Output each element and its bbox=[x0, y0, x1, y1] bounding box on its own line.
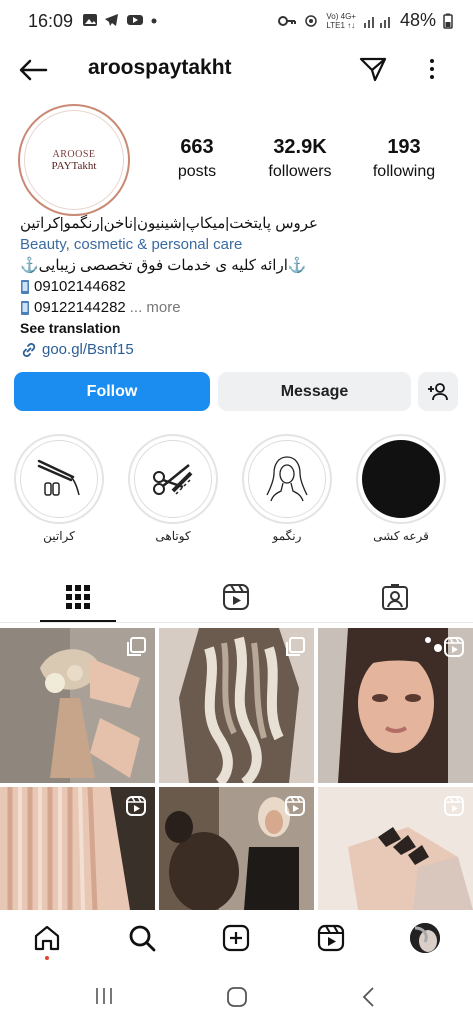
highlight-label-keratin: کراتین bbox=[43, 529, 75, 543]
bio-line-3: ⚓ارائه کلیه ی خدمات فوق تخصصی زیبایی⚓ bbox=[20, 257, 307, 274]
see-translation-link[interactable]: See translation bbox=[20, 318, 460, 339]
battery-icon bbox=[443, 13, 453, 29]
recent-apps-icon[interactable] bbox=[94, 986, 114, 1006]
highlight-keratin[interactable] bbox=[14, 434, 104, 524]
reels-icon bbox=[126, 796, 146, 816]
youtube-icon bbox=[127, 15, 143, 25]
avatar[interactable]: AROOSE PAYTakht bbox=[24, 110, 124, 210]
hotspot-icon bbox=[305, 14, 318, 27]
hair-straightener-icon bbox=[37, 459, 80, 496]
woman-sketch-icon bbox=[266, 456, 308, 502]
multiple-images-icon bbox=[127, 637, 146, 656]
profile-username: aroospaytakht bbox=[88, 56, 232, 79]
status-time: 16:09 bbox=[28, 11, 74, 31]
tagged-tab-icon[interactable] bbox=[380, 582, 410, 612]
following-label: following bbox=[372, 163, 436, 180]
active-tab-indicator bbox=[40, 620, 116, 622]
gallery-icon bbox=[83, 14, 97, 26]
suggested-users-button[interactable] bbox=[418, 372, 458, 411]
dot-icon bbox=[151, 18, 157, 24]
highlight-label-haircut: کوتاهی bbox=[155, 529, 191, 543]
avatar-logo-line2: PAYTakht bbox=[51, 159, 97, 172]
bio-more-link[interactable]: ... more bbox=[130, 297, 181, 318]
home-notification-dot bbox=[45, 956, 49, 960]
network-label: Vo) 4G+ LTE1 ↑↓ bbox=[326, 11, 356, 30]
avatar-thumbnail bbox=[410, 923, 440, 953]
grid-tab-icon[interactable] bbox=[63, 582, 93, 612]
following-count: 193 bbox=[387, 136, 421, 158]
followers-count: 32.9K bbox=[273, 136, 327, 158]
followers-label: followers bbox=[268, 163, 332, 180]
more-options-icon[interactable] bbox=[424, 56, 440, 82]
highlight-label-hair-color: رنگمو bbox=[272, 529, 302, 543]
post-thumbnail[interactable] bbox=[159, 628, 314, 783]
status-bar: 16:09 Vo) 4G+ LTE1 ↑↓ 48% bbox=[0, 0, 473, 44]
bio-phone-2-row: 09122144282... more bbox=[20, 297, 460, 318]
bottom-navigation bbox=[0, 910, 473, 968]
post-thumbnail[interactable] bbox=[318, 787, 473, 910]
phone-icon bbox=[21, 279, 29, 294]
system-back-icon[interactable] bbox=[361, 986, 377, 1008]
follow-button[interactable]: Follow bbox=[14, 372, 210, 411]
highlight-haircut[interactable] bbox=[128, 434, 218, 524]
scissors-comb-icon bbox=[153, 464, 193, 495]
phone-icon bbox=[21, 300, 29, 315]
send-message-icon[interactable] bbox=[358, 54, 388, 84]
search-icon[interactable] bbox=[127, 923, 157, 953]
profile-tabs bbox=[0, 572, 473, 623]
bio-phone-1: 09102144682 bbox=[34, 278, 126, 295]
bio-phone-2: 09122144282 bbox=[34, 299, 126, 316]
link-icon bbox=[22, 342, 36, 357]
create-post-icon[interactable] bbox=[221, 923, 251, 953]
post-thumbnail[interactable] bbox=[318, 628, 473, 783]
signal-icon bbox=[363, 16, 390, 28]
stat-following[interactable]: 193 following bbox=[364, 136, 444, 181]
profile-header: aroospaytakht bbox=[0, 48, 473, 92]
system-navigation bbox=[0, 968, 473, 1024]
back-arrow-icon[interactable] bbox=[18, 58, 48, 82]
home-icon[interactable] bbox=[32, 923, 62, 953]
home-button-icon[interactable] bbox=[226, 986, 248, 1008]
posts-label: posts bbox=[177, 163, 217, 180]
reels-icon bbox=[444, 796, 464, 816]
stat-followers[interactable]: 32.9K followers bbox=[255, 136, 345, 181]
stat-posts[interactable]: 663 posts bbox=[157, 136, 237, 181]
multiple-images-icon bbox=[286, 637, 305, 656]
notification-icons bbox=[82, 12, 158, 28]
reels-icon bbox=[444, 637, 464, 657]
reels-tab-icon[interactable] bbox=[221, 582, 251, 612]
reels-nav-icon[interactable] bbox=[316, 923, 346, 953]
highlight-raffle[interactable] bbox=[356, 434, 446, 524]
telegram-icon bbox=[105, 14, 118, 26]
highlight-hair-color[interactable] bbox=[242, 434, 332, 524]
key-icon bbox=[278, 15, 297, 26]
black-circle-icon bbox=[362, 440, 440, 518]
message-button[interactable]: Message bbox=[218, 372, 411, 411]
posts-count: 663 bbox=[180, 136, 214, 158]
post-thumbnail[interactable] bbox=[0, 787, 155, 910]
reels-icon bbox=[285, 796, 305, 816]
system-icons: Vo) 4G+ LTE1 ↑↓ 48% bbox=[278, 10, 453, 31]
highlight-label-raffle: قرعه کشی bbox=[373, 529, 429, 543]
post-thumbnail[interactable] bbox=[159, 787, 314, 910]
avatar-logo-line1: AROOSE bbox=[52, 148, 96, 160]
battery-text: 48% bbox=[399, 10, 436, 30]
post-thumbnail[interactable] bbox=[0, 628, 155, 783]
add-person-icon bbox=[428, 382, 448, 400]
bio-category: Beauty, cosmetic & personal care bbox=[20, 236, 243, 253]
bio-website[interactable]: goo.gl/Bsnf15 bbox=[42, 339, 134, 360]
bio-phone-1-row: 09102144682 bbox=[20, 276, 460, 297]
profile-avatar-nav[interactable] bbox=[410, 923, 440, 953]
bio-line-1: عروس پایتخت|میکاپ|شینیون|ناخن|رنگمو|کرات… bbox=[20, 215, 319, 232]
bio-website-row[interactable]: goo.gl/Bsnf15 bbox=[20, 339, 460, 360]
